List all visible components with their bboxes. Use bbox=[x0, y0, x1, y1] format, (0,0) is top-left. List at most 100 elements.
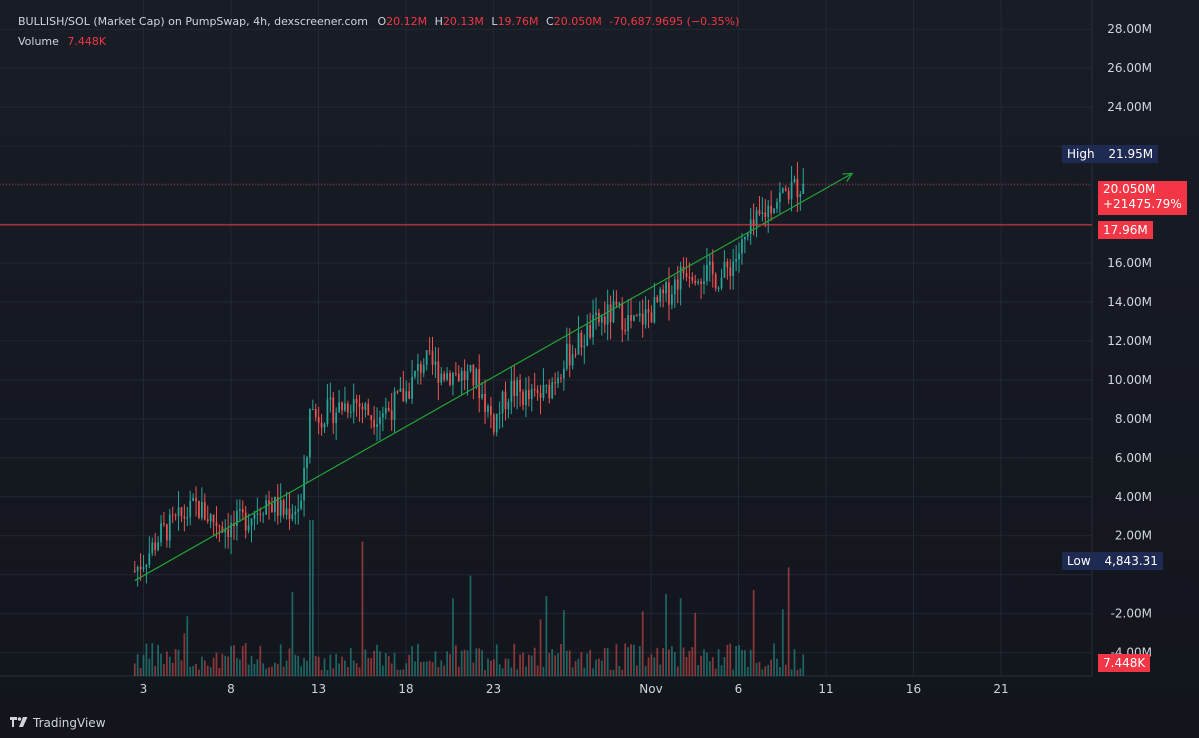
symbol-title[interactable]: BULLISH/SOL (Market Cap) on PumpSwap, 4h… bbox=[18, 15, 368, 28]
candle-body bbox=[133, 570, 136, 572]
volume-bar bbox=[469, 575, 472, 676]
open-value: 20.12M bbox=[386, 15, 428, 28]
candle-body bbox=[431, 351, 434, 365]
volume-bar bbox=[168, 656, 171, 676]
volume-bar bbox=[463, 649, 466, 676]
legend-ohlc-row: BULLISH/SOL (Market Cap) on PumpSwap, 4h… bbox=[18, 12, 739, 32]
candle-body bbox=[656, 296, 659, 303]
candle-body bbox=[671, 294, 673, 305]
candle-body bbox=[688, 277, 691, 279]
volume-bar bbox=[495, 644, 498, 676]
volume-bar bbox=[186, 616, 189, 676]
volume-bar bbox=[282, 666, 285, 676]
volume-bar bbox=[382, 665, 384, 676]
candle-body bbox=[516, 380, 519, 396]
candle-body bbox=[694, 280, 697, 284]
candle-body bbox=[735, 259, 737, 262]
candle-body bbox=[297, 508, 300, 512]
volume-bar bbox=[492, 659, 495, 676]
chart-canvas[interactable]: 28.00M 26.00M 24.00M 16.00M 14.00M 12.00M 10.0… bbox=[0, 0, 1199, 738]
candle-body bbox=[507, 401, 510, 410]
volume-bar bbox=[276, 663, 279, 676]
level-tag: 17.96M bbox=[1098, 221, 1153, 239]
candle-body bbox=[361, 406, 364, 410]
volume-bar bbox=[720, 665, 723, 676]
volume-bar bbox=[157, 644, 159, 676]
candle-body bbox=[154, 542, 157, 550]
candle-body bbox=[790, 182, 793, 200]
candle-body bbox=[428, 350, 431, 352]
candle-body bbox=[697, 281, 700, 284]
volume-label[interactable]: Volume bbox=[18, 35, 59, 48]
volume-value: 7.448K bbox=[67, 35, 107, 48]
candle-body bbox=[644, 309, 647, 325]
candle-body bbox=[498, 413, 501, 415]
volume-bar bbox=[279, 644, 282, 676]
volume-bar bbox=[411, 646, 413, 676]
candle-body bbox=[422, 364, 425, 373]
volume-bar bbox=[729, 643, 732, 676]
volume-tag: 7.448K bbox=[1098, 654, 1151, 672]
candle-body bbox=[215, 522, 218, 526]
candle-body bbox=[580, 332, 583, 348]
candle-body bbox=[802, 184, 805, 194]
candle-body bbox=[741, 239, 743, 254]
volume-bar bbox=[367, 657, 370, 676]
y-tick-label: 24.00M bbox=[1107, 100, 1152, 114]
candle-body bbox=[545, 384, 548, 386]
volume-bar bbox=[603, 647, 606, 676]
price-tag: 20.050M +21475.79% bbox=[1098, 181, 1187, 215]
x-tick-label: 23 bbox=[486, 682, 501, 696]
candle-body bbox=[320, 422, 323, 428]
volume-bar bbox=[244, 643, 247, 676]
volume-bar bbox=[708, 661, 711, 676]
legend-volume-row: Volume 7.448K bbox=[18, 32, 739, 52]
volume-bar bbox=[379, 651, 381, 676]
candle-body bbox=[708, 261, 711, 265]
candles bbox=[133, 161, 805, 587]
volume-bar bbox=[364, 649, 367, 676]
candle-body bbox=[691, 277, 694, 281]
volume-bar bbox=[554, 655, 556, 676]
volume-bar bbox=[250, 656, 253, 676]
candle-body bbox=[344, 403, 346, 411]
volume-bar bbox=[329, 654, 332, 676]
volume-bar bbox=[151, 643, 154, 676]
volume-bar bbox=[355, 663, 358, 676]
volume-bar bbox=[694, 612, 697, 676]
candle-body bbox=[218, 525, 221, 527]
candle-body bbox=[460, 370, 463, 382]
candle-body bbox=[186, 517, 189, 519]
candle-body bbox=[402, 388, 405, 402]
volume-bar bbox=[209, 667, 212, 676]
volume-bar bbox=[504, 658, 507, 676]
volume-bar bbox=[714, 668, 717, 676]
candle-body bbox=[624, 329, 627, 332]
candle-body bbox=[726, 261, 729, 268]
high-label: H bbox=[434, 15, 443, 28]
candle-body bbox=[212, 514, 215, 523]
volume-bar bbox=[268, 667, 270, 676]
volume-bar bbox=[615, 643, 618, 676]
volume-bar bbox=[580, 652, 583, 676]
candle-body bbox=[294, 511, 297, 515]
volume-bar bbox=[679, 598, 682, 676]
volume-bar bbox=[732, 669, 735, 676]
chart-window: { "legend": { "title": "BULLISH/SOL (Mar… bbox=[0, 0, 1199, 738]
volume-bar bbox=[218, 667, 221, 676]
volume-bar bbox=[478, 648, 481, 676]
volume-bar bbox=[557, 653, 559, 676]
candle-body bbox=[165, 524, 168, 541]
x-tick-label: 8 bbox=[227, 682, 235, 696]
y-tick-label: 6.00M bbox=[1115, 451, 1152, 465]
candle-body bbox=[244, 512, 247, 531]
y-tick-label: 14.00M bbox=[1107, 295, 1152, 309]
volume-bar bbox=[530, 655, 533, 676]
candle-body bbox=[600, 316, 603, 323]
volume-bar bbox=[306, 660, 308, 676]
volume-bar bbox=[673, 652, 676, 676]
volume-bar bbox=[516, 669, 519, 676]
candle-body bbox=[784, 188, 787, 191]
footer-brand[interactable]: TradingView bbox=[10, 716, 106, 730]
volume-bar bbox=[490, 660, 492, 676]
